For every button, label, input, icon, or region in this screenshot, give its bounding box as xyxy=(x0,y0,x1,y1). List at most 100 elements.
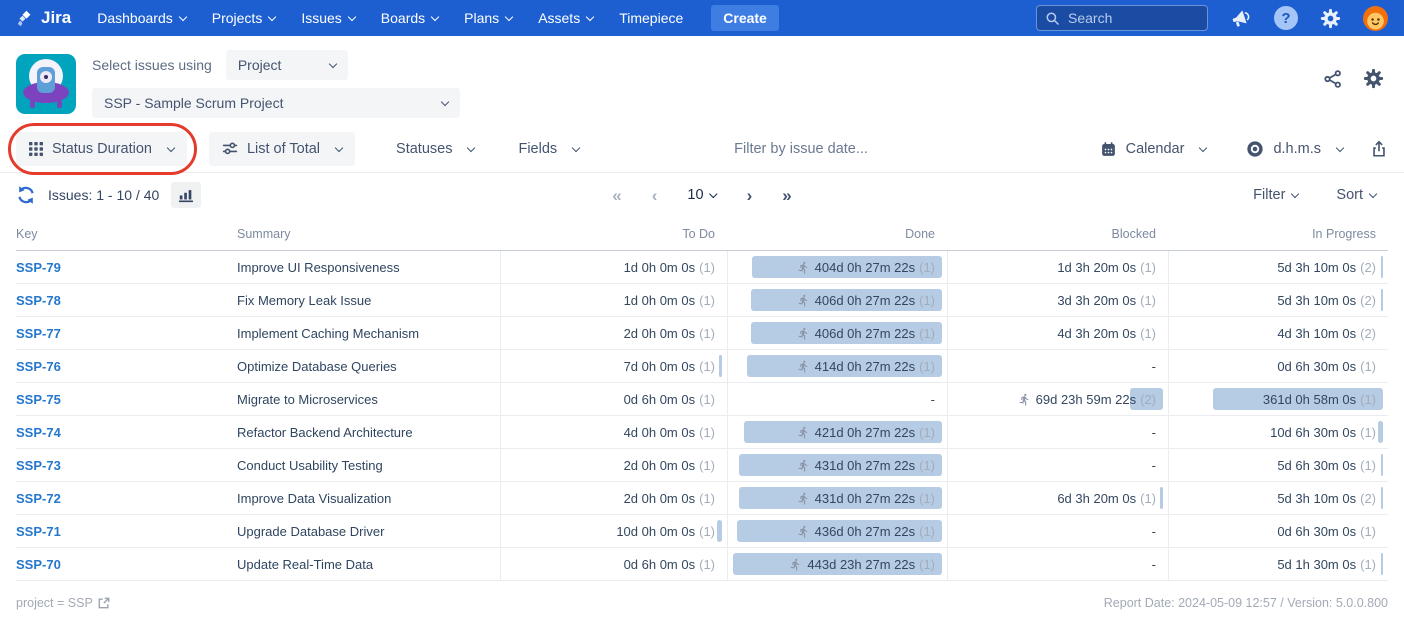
duration-cell-blocked: 4d 3h 20m 0s(1) xyxy=(947,317,1168,349)
duration-value: 4d 3h 10m 0s xyxy=(1277,326,1356,341)
duration-cell-to_do: 7d 0h 0m 0s(1) xyxy=(500,350,727,382)
jql-link[interactable]: project = SSP xyxy=(16,596,110,610)
issue-key-link[interactable]: SSP-75 xyxy=(16,392,61,407)
issue-count: (1) xyxy=(1360,458,1376,473)
view-mode-dropdown[interactable]: List of Total xyxy=(209,132,355,166)
export-icon[interactable] xyxy=(1370,140,1388,158)
runner-icon xyxy=(797,459,810,472)
duration-value: 5d 1h 30m 0s xyxy=(1277,557,1356,572)
sort-dropdown[interactable]: Sort xyxy=(1336,187,1376,203)
duration-cell-to_do: 0d 6h 0m 0s(1) xyxy=(500,548,727,580)
report-type-dropdown[interactable]: Status Duration xyxy=(16,132,187,166)
settings-gear-icon[interactable] xyxy=(1363,68,1384,89)
column-header-key: Key xyxy=(16,227,237,241)
issue-key-link[interactable]: SSP-76 xyxy=(16,359,61,374)
time-format-dropdown[interactable]: d.h.m.s xyxy=(1233,132,1356,166)
help-icon[interactable]: ? xyxy=(1274,6,1298,30)
calendar-dropdown[interactable]: Calendar xyxy=(1087,132,1220,166)
issue-key-link[interactable]: SSP-79 xyxy=(16,260,61,275)
issue-count: (1) xyxy=(919,260,935,275)
runner-icon xyxy=(797,492,810,505)
first-page-button[interactable]: « xyxy=(612,187,621,204)
issue-key-link[interactable]: SSP-78 xyxy=(16,293,61,308)
project-select[interactable]: SSP - Sample Scrum Project xyxy=(92,88,460,118)
key-cell: SSP-73 xyxy=(16,449,237,481)
chevron-down-icon xyxy=(268,12,276,20)
runner-icon xyxy=(797,360,810,373)
duration-cell-to_do: 0d 6h 0m 0s(1) xyxy=(500,383,727,415)
nav-item-boards[interactable]: Boards xyxy=(381,10,438,26)
duration-value: 404d 0h 27m 22s xyxy=(815,260,915,275)
duration-value: 0d 6h 30m 0s xyxy=(1277,524,1356,539)
issue-key-link[interactable]: SSP-70 xyxy=(16,557,61,572)
calendar-icon xyxy=(1100,141,1117,158)
duration-value: 1d 3h 20m 0s xyxy=(1057,260,1136,275)
share-icon[interactable] xyxy=(1323,69,1343,89)
grid-icon xyxy=(29,142,43,156)
issue-summary: Migrate to Microservices xyxy=(237,383,500,415)
jira-logo[interactable]: Jira xyxy=(16,8,71,28)
create-button[interactable]: Create xyxy=(711,5,779,31)
issue-date-filter-input[interactable]: Filter by issue date... xyxy=(734,141,868,157)
key-cell: SSP-76 xyxy=(16,350,237,382)
jira-logo-icon xyxy=(16,9,35,28)
status-duration-table: Key Summary To Do Done Blocked In Progre… xyxy=(0,217,1404,581)
chevron-down-icon xyxy=(1199,143,1207,151)
duration-value: - xyxy=(1152,557,1156,572)
column-header-todo: To Do xyxy=(500,227,727,241)
issue-count: (1) xyxy=(919,359,935,374)
nav-item-timepiece[interactable]: Timepiece xyxy=(619,10,683,26)
gear-icon[interactable] xyxy=(1320,8,1341,29)
issue-count: (1) xyxy=(919,293,935,308)
issue-count: (1) xyxy=(1360,359,1376,374)
chart-view-button[interactable] xyxy=(171,182,201,208)
table-row: SSP-73Conduct Usability Testing2d 0h 0m … xyxy=(16,449,1388,482)
duration-cell-done: 431d 0h 27m 22s(1) xyxy=(727,449,947,481)
duration-cell-blocked: - xyxy=(947,416,1168,448)
issue-count: (1) xyxy=(699,359,715,374)
filter-dropdown[interactable]: Filter xyxy=(1253,187,1298,203)
nav-item-issues[interactable]: Issues xyxy=(301,10,354,26)
prev-page-button[interactable]: ‹ xyxy=(652,187,658,204)
table-row: SSP-71Upgrade Database Driver10d 0h 0m 0… xyxy=(16,515,1388,548)
nav-item-assets[interactable]: Assets xyxy=(538,10,593,26)
table-row: SSP-74Refactor Backend Architecture4d 0h… xyxy=(16,416,1388,449)
statuses-dropdown[interactable]: Statuses xyxy=(383,132,487,166)
table-row: SSP-70Update Real-Time Data0d 6h 0m 0s(1… xyxy=(16,548,1388,581)
nav-item-plans[interactable]: Plans xyxy=(464,10,512,26)
search-input[interactable]: Search xyxy=(1036,5,1208,31)
issue-key-link[interactable]: SSP-73 xyxy=(16,458,61,473)
column-header-summary: Summary xyxy=(237,227,500,241)
brand-name: Jira xyxy=(41,8,71,28)
issue-key-link[interactable]: SSP-71 xyxy=(16,524,61,539)
select-issues-label: Select issues using xyxy=(92,57,212,73)
page-size-select[interactable]: 10 xyxy=(687,187,716,203)
duration-value: 361d 0h 58m 0s xyxy=(1263,392,1356,407)
megaphone-icon[interactable] xyxy=(1230,7,1252,29)
issue-count: (1) xyxy=(699,491,715,506)
refresh-icon[interactable] xyxy=(16,185,36,205)
issue-summary: Improve UI Responsiveness xyxy=(237,251,500,283)
last-page-button[interactable]: » xyxy=(782,187,791,204)
issue-key-link[interactable]: SSP-74 xyxy=(16,425,61,440)
duration-value: - xyxy=(1152,359,1156,374)
key-cell: SSP-79 xyxy=(16,251,237,283)
nav-item-projects[interactable]: Projects xyxy=(212,10,276,26)
next-page-button[interactable]: › xyxy=(747,187,753,204)
duration-cell-in_progress: 5d 1h 30m 0s(1) xyxy=(1168,548,1388,580)
chevron-down-icon xyxy=(167,143,175,151)
duration-cell-done: 443d 23h 27m 22s(1) xyxy=(727,548,947,580)
avatar[interactable] xyxy=(1363,6,1388,31)
table-row: SSP-76Optimize Database Queries7d 0h 0m … xyxy=(16,350,1388,383)
duration-cell-in_progress: 361d 0h 58m 0s(1) xyxy=(1168,383,1388,415)
chevron-down-icon xyxy=(441,97,449,105)
issue-count: (1) xyxy=(699,260,715,275)
pager-row: Issues: 1 - 10 / 40 « ‹ 10 › » Filter So… xyxy=(0,173,1404,217)
column-header-done: Done xyxy=(727,227,947,241)
table-row: SSP-78Fix Memory Leak Issue1d 0h 0m 0s(1… xyxy=(16,284,1388,317)
nav-item-dashboards[interactable]: Dashboards xyxy=(97,10,186,26)
issue-key-link[interactable]: SSP-72 xyxy=(16,491,61,506)
issue-key-link[interactable]: SSP-77 xyxy=(16,326,61,341)
issue-source-select[interactable]: Project xyxy=(226,50,348,80)
fields-dropdown[interactable]: Fields xyxy=(505,132,592,166)
